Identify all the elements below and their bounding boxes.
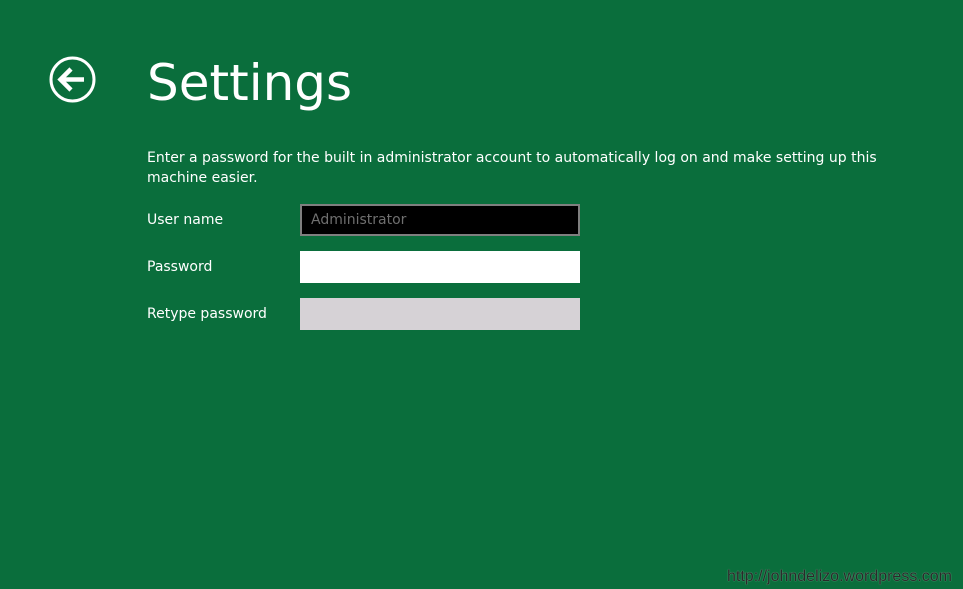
- back-button[interactable]: [49, 56, 96, 103]
- watermark-text: http://johndelizo.wordpress.com: [727, 568, 952, 585]
- retype-password-field[interactable]: [300, 298, 580, 330]
- retype-password-label: Retype password: [147, 306, 267, 322]
- password-field[interactable]: [300, 251, 580, 283]
- page-title: Settings: [147, 54, 353, 112]
- password-label: Password: [147, 259, 213, 275]
- description-text: Enter a password for the built in admini…: [147, 150, 877, 186]
- username-label: User name: [147, 212, 224, 228]
- username-field[interactable]: [300, 204, 580, 236]
- back-arrow-circle-icon: [49, 56, 96, 103]
